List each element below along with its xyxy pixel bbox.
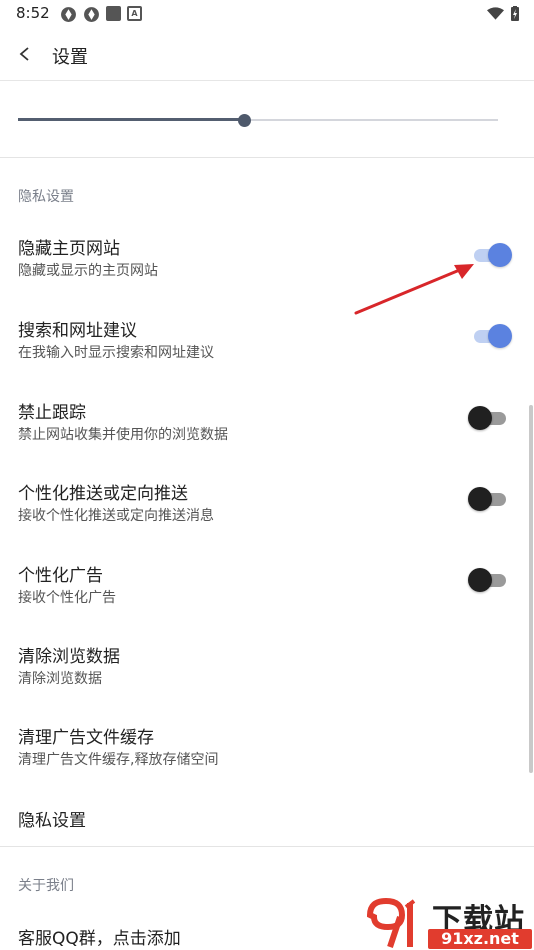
app-square-icon [106, 6, 121, 21]
section-header-privacy: 隐私设置 [18, 189, 74, 205]
row-subtitle: 在我输入时显示搜索和网址建议 [18, 345, 214, 361]
slider-fill [18, 118, 244, 121]
row-title: 禁止跟踪 [18, 403, 86, 423]
row-subtitle: 清除浏览数据 [18, 671, 102, 687]
status-notification-icons: A [60, 6, 142, 23]
scale-slider[interactable] [18, 113, 498, 129]
aperture-icon [61, 7, 76, 22]
row-subtitle: 禁止网站收集并使用你的浏览数据 [18, 427, 228, 443]
row-title: 个性化广告 [18, 566, 103, 586]
row-subtitle: 接收个性化推送或定向推送消息 [18, 508, 214, 524]
status-time: 8:52 [16, 4, 50, 22]
watermark-text-bottom: 91xz.net [428, 929, 532, 949]
divider [0, 157, 534, 158]
page-title: 设置 [52, 47, 88, 68]
section-header-about: 关于我们 [18, 878, 74, 894]
setting-personalized-ads[interactable]: 个性化广告 接收个性化广告 [0, 552, 534, 632]
setting-clear-ad-cache[interactable]: 清理广告文件缓存 清理广告文件缓存,释放存储空间 [0, 714, 534, 794]
status-bar: 8:52 A [0, 0, 534, 28]
setting-clear-browsing-data[interactable]: 清除浏览数据 清除浏览数据 [0, 633, 534, 713]
row-title: 清除浏览数据 [18, 647, 120, 667]
toggle-do-not-track[interactable] [468, 405, 512, 431]
setting-do-not-track[interactable]: 禁止跟踪 禁止网站收集并使用你的浏览数据 [0, 389, 534, 469]
row-title: 隐私设置 [18, 811, 86, 831]
toggle-search-suggestions[interactable] [468, 323, 512, 349]
back-chevron-icon[interactable] [16, 42, 36, 66]
watermark: 下载站 91xz.net [362, 895, 534, 950]
notification-a-icon: A [127, 6, 142, 21]
row-title: 清理广告文件缓存 [18, 728, 154, 748]
row-title: 个性化推送或定向推送 [18, 484, 188, 504]
watermark-logo-icon [366, 897, 416, 948]
row-title: 隐藏主页网站 [18, 239, 120, 259]
status-system-icons [487, 6, 520, 22]
toggle-personalized-push[interactable] [468, 486, 512, 512]
aperture-icon [84, 7, 99, 22]
wifi-icon [487, 7, 504, 20]
setting-privacy-settings[interactable]: 隐私设置 [0, 796, 534, 844]
row-title: 客服QQ群，点击添加 [18, 929, 181, 949]
app-bar: 设置 [0, 28, 534, 81]
slider-thumb[interactable] [237, 114, 251, 127]
row-subtitle: 隐藏或显示的主页网站 [18, 263, 158, 279]
annotation-arrow-icon [354, 264, 474, 315]
toggle-personalized-ads[interactable] [468, 567, 512, 593]
row-title: 搜索和网址建议 [18, 321, 137, 341]
battery-charging-icon [511, 6, 519, 21]
row-subtitle: 清理广告文件缓存,释放存储空间 [18, 752, 219, 768]
setting-personalized-push[interactable]: 个性化推送或定向推送 接收个性化推送或定向推送消息 [0, 470, 534, 550]
scrollbar[interactable] [529, 405, 533, 773]
row-subtitle: 接收个性化广告 [18, 590, 116, 606]
divider [0, 846, 534, 847]
cut-off-setting-label: ▔▔▔▔▔▔▔▔▔▔▔▔ [18, 76, 160, 84]
